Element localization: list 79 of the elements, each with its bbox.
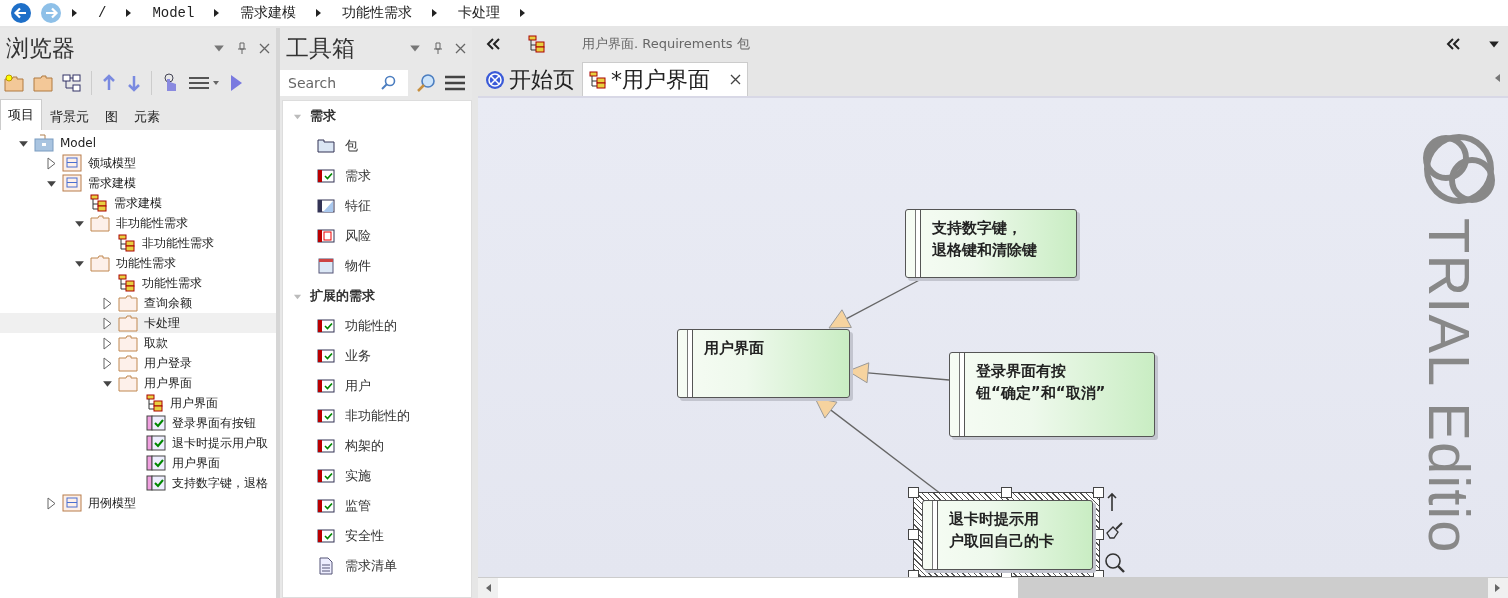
node-label: 支持数字键，退格键和清除键	[932, 218, 1037, 261]
requirement-node[interactable]: 用户界面	[677, 329, 850, 398]
toolbox-item[interactable]: 风险	[283, 221, 471, 251]
toolbox-item[interactable]: 特征	[283, 191, 471, 221]
tree-label: 取款	[144, 334, 168, 352]
tree-item[interactable]: 取款	[0, 333, 276, 353]
tree-label: 非功能性需求	[142, 234, 214, 252]
tree-item[interactable]: 非功能性需求	[0, 213, 276, 233]
breadcrumb-item[interactable]: 卡处理	[448, 4, 511, 22]
tree-label: Model	[60, 136, 97, 150]
toolbox-item[interactable]: 需求	[283, 161, 471, 191]
tree-label: 需求建模	[114, 194, 162, 212]
group-title[interactable]: 需求	[310, 107, 336, 125]
tree-label: 用户界面	[144, 374, 192, 392]
panel-tab[interactable]: 项目	[0, 99, 42, 130]
panel-title: 工具箱	[286, 33, 356, 63]
tree-label: 用户界面	[172, 454, 220, 472]
tree-item[interactable]: 用户界面	[0, 393, 276, 413]
tree-label: 卡处理	[144, 314, 180, 332]
tree-item[interactable]: 需求建模	[0, 193, 276, 213]
tree-item[interactable]: 登录界面有按钮	[0, 413, 276, 433]
toolbox-item[interactable]: 实施	[283, 461, 471, 491]
requirement-node[interactable]: 退卡时提示用户取回自己的卡	[922, 500, 1093, 570]
node-label: 登录界面有按钮“确定”和“取消”	[976, 361, 1106, 404]
breadcrumb-item[interactable]: 功能性需求	[332, 4, 423, 22]
tree-item[interactable]: 需求建模	[0, 173, 276, 193]
toolbox-item[interactable]: 物件	[283, 251, 471, 281]
panel-tab[interactable]: 图	[97, 102, 126, 130]
toolbox-item[interactable]: 包	[283, 131, 471, 161]
tree-label: 用例模型	[88, 494, 136, 512]
tree-label: 退卡时提示用户取	[172, 434, 268, 452]
document-tab[interactable]: *用户界面	[582, 62, 748, 96]
document-tab[interactable]: 开始页	[478, 62, 582, 96]
tree-label: 登录界面有按钮	[172, 414, 256, 432]
tree-item[interactable]: 退卡时提示用户取	[0, 433, 276, 453]
tree-label: 需求建模	[88, 174, 136, 192]
toolbox-item[interactable]: 监管	[283, 491, 471, 521]
toolbox-item[interactable]: 功能性的	[283, 311, 471, 341]
tree-item[interactable]: 用户登录	[0, 353, 276, 373]
tree-item[interactable]: 支持数字键，退格	[0, 473, 276, 493]
requirement-node[interactable]: 支持数字键，退格键和清除键	[905, 209, 1077, 278]
toolbox-item[interactable]: 安全性	[283, 521, 471, 551]
tree-item[interactable]: 查询余额	[0, 293, 276, 313]
panel-tab[interactable]: 背景元	[42, 102, 97, 130]
node-label: 退卡时提示用户取回自己的卡	[949, 509, 1054, 552]
toolbox-item[interactable]: 用户	[283, 371, 471, 401]
tree-item[interactable]: 功能性需求	[0, 273, 276, 293]
tree-item[interactable]: 非功能性需求	[0, 233, 276, 253]
toolbox-item[interactable]: 需求清单	[283, 551, 471, 581]
toolbox-item[interactable]: 非功能性的	[283, 401, 471, 431]
tree-label: 非功能性需求	[116, 214, 188, 232]
tree-item[interactable]: 卡处理	[0, 313, 276, 333]
panel-title: 浏览器	[6, 33, 76, 63]
tree-label: 功能性需求	[142, 274, 202, 292]
tree-item[interactable]: 功能性需求	[0, 253, 276, 273]
tree-label: 查询余额	[144, 294, 192, 312]
requirement-node[interactable]: 登录界面有按钮“确定”和“取消”	[949, 352, 1155, 437]
group-title[interactable]: 扩展的需求	[310, 287, 375, 305]
search-field[interactable]: Search	[280, 70, 408, 96]
breadcrumb-item[interactable]: 需求建模	[230, 4, 307, 22]
panel-tab[interactable]: 元素	[126, 102, 168, 130]
tree-label: 领域模型	[88, 154, 136, 172]
watermark-text: TRIAL Editio	[1420, 218, 1478, 554]
tree-item[interactable]: 用户界面	[0, 373, 276, 393]
node-label: 用户界面	[704, 338, 764, 359]
tree-label: 用户登录	[144, 354, 192, 372]
tree-label: 支持数字键，退格	[172, 474, 268, 492]
tree-item[interactable]: 用户界面	[0, 453, 276, 473]
tree-label: 功能性需求	[116, 254, 176, 272]
toolbox-item[interactable]: 业务	[283, 341, 471, 371]
tree-item[interactable]: 用例模型	[0, 493, 276, 513]
tree-label: 用户界面	[170, 394, 218, 412]
toolbox-item[interactable]: 构架的	[283, 431, 471, 461]
breadcrumb-item[interactable]: Model	[142, 5, 205, 21]
search-input[interactable]: Search	[286, 74, 380, 92]
tree-item[interactable]: Model	[0, 133, 276, 153]
breadcrumb-item[interactable]: /	[88, 5, 117, 21]
diagram-path: 用户界面. Requirements 包	[582, 35, 751, 53]
tree-item[interactable]: 领域模型	[0, 153, 276, 173]
